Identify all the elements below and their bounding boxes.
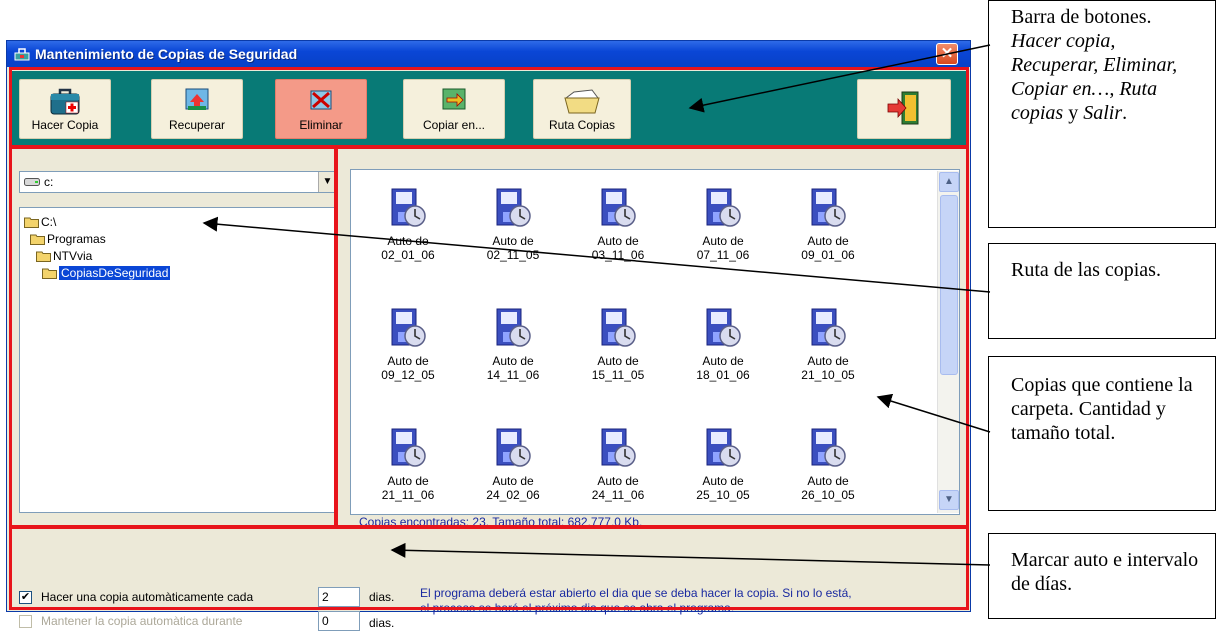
annotation-arrows	[202, 44, 991, 566]
arrow-to-files	[876, 393, 991, 433]
arrow-to-auto	[390, 542, 991, 566]
arrow-to-path	[202, 216, 991, 293]
arrow-to-toolbar	[688, 44, 991, 113]
